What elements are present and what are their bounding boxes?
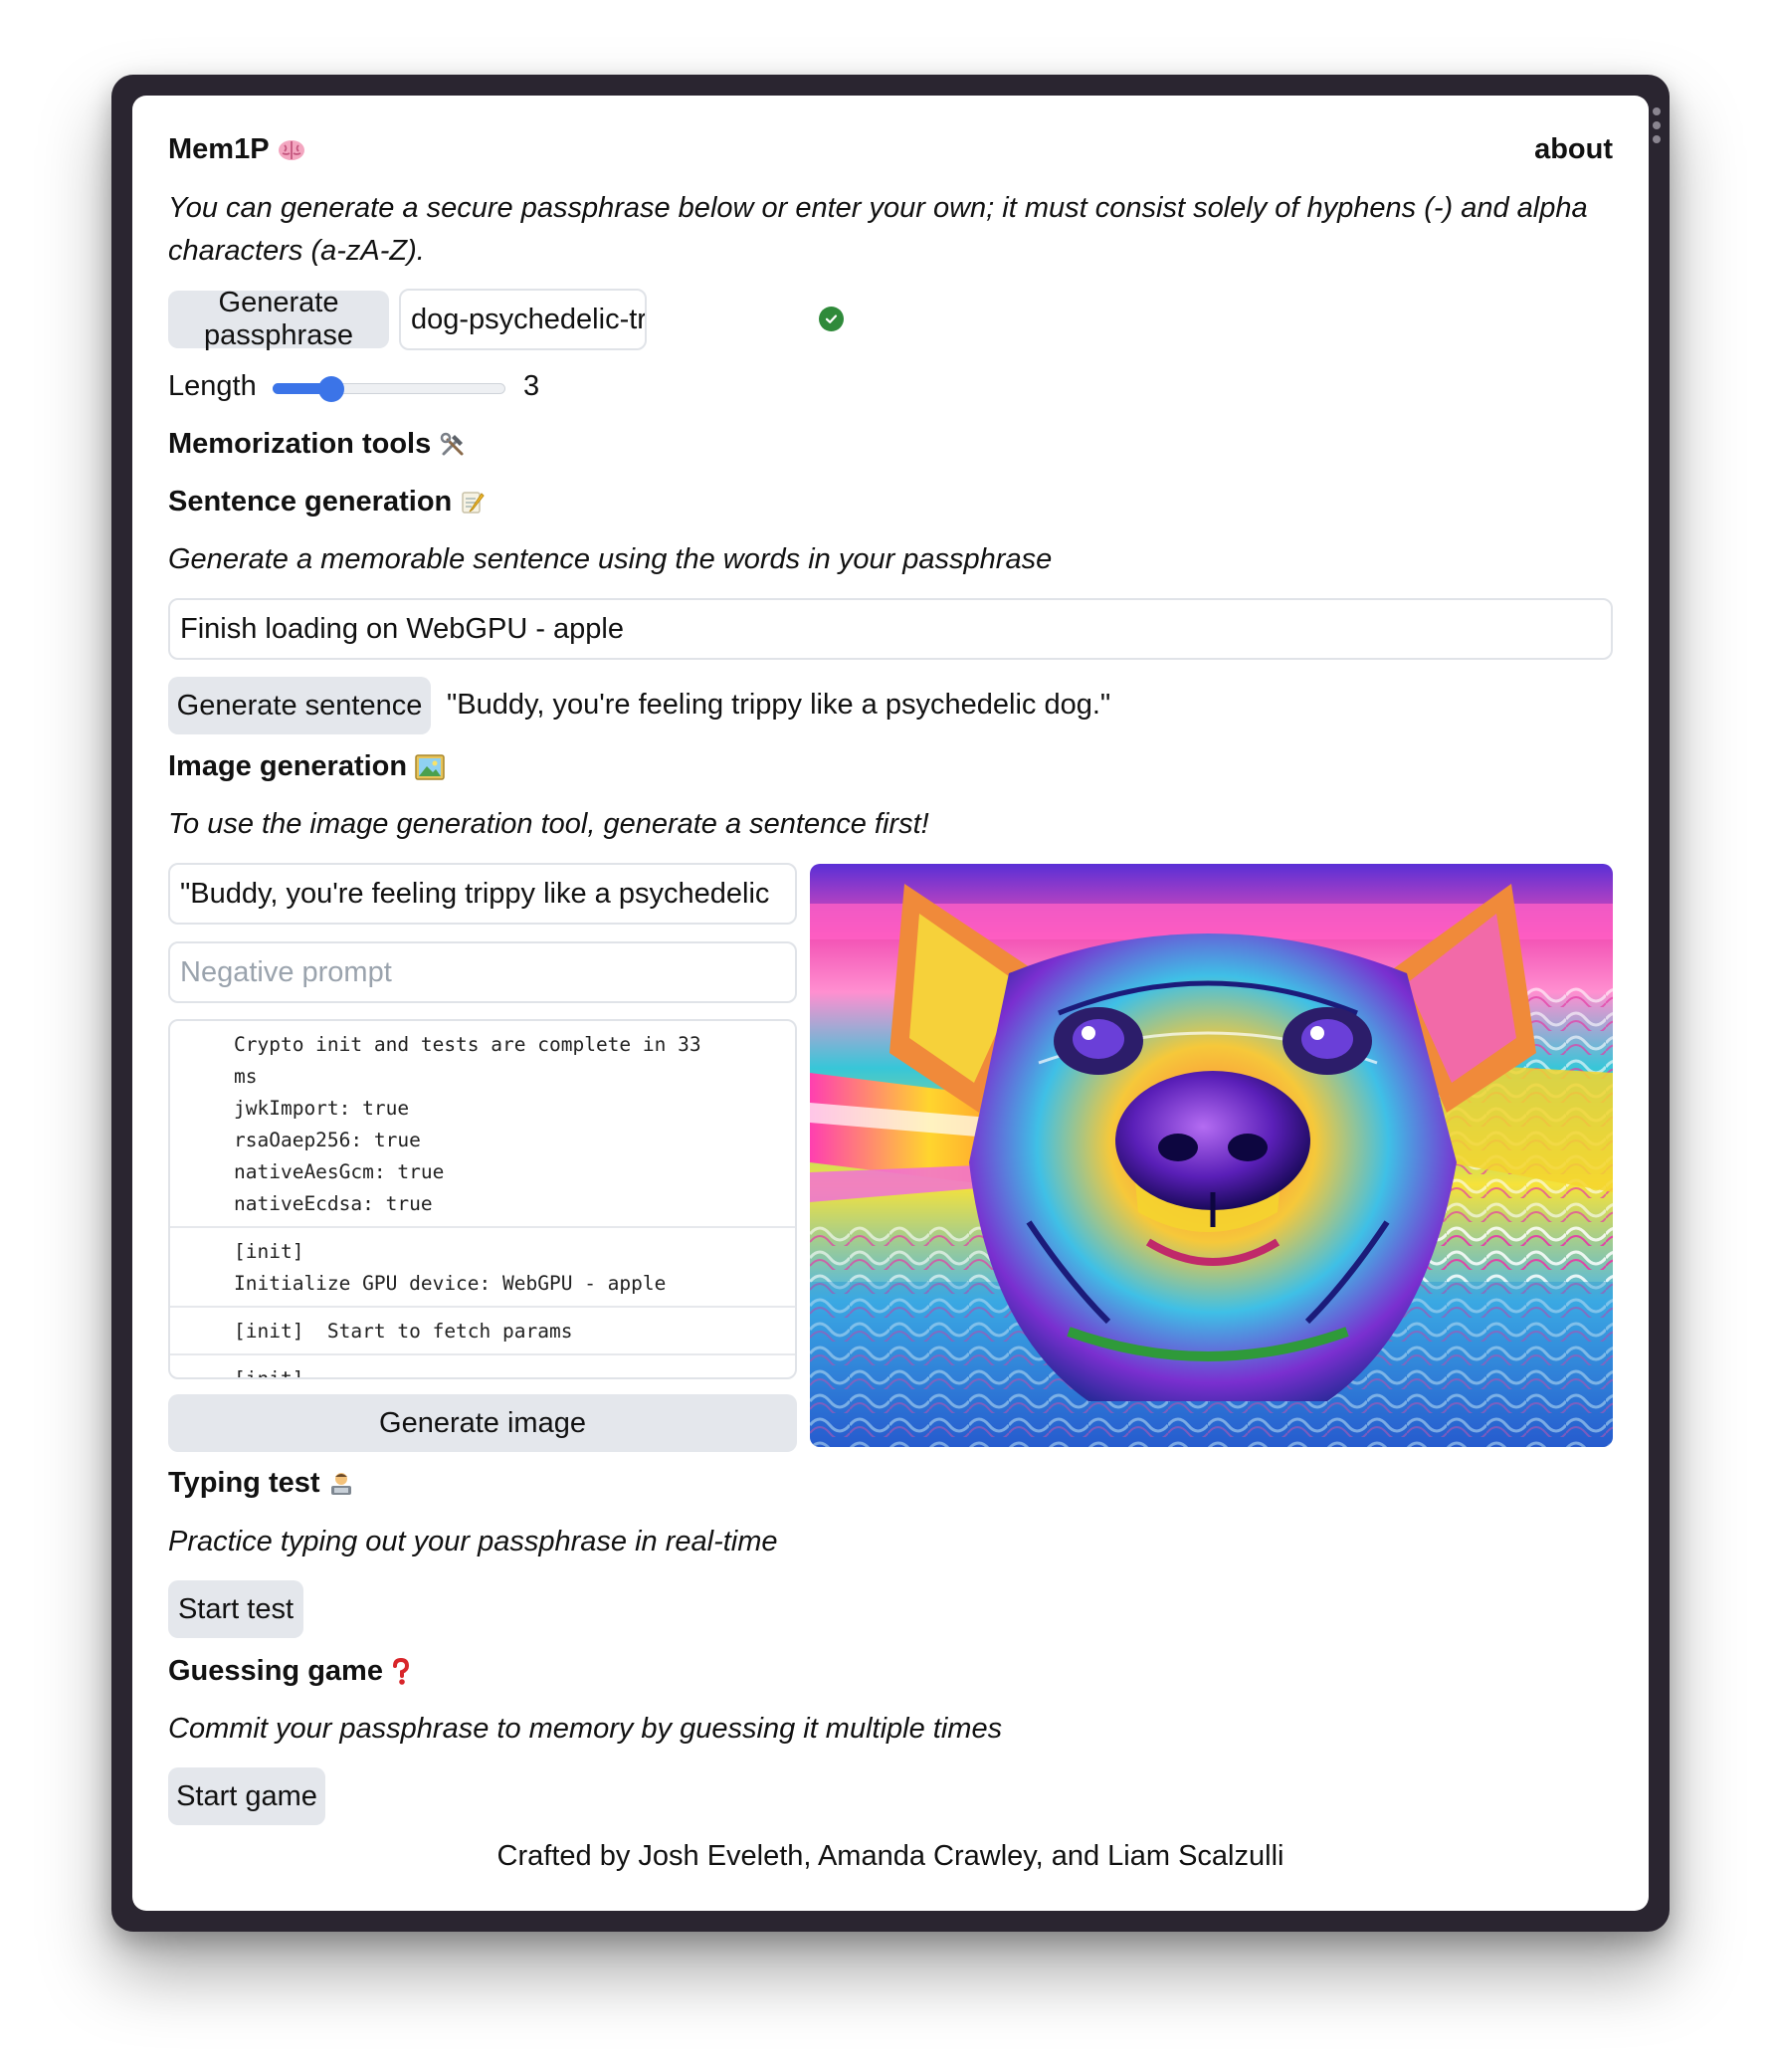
- typing-test-heading: Typing test: [168, 1467, 354, 1500]
- image-prompt-input[interactable]: "Buddy, you're feeling trippy like a psy…: [168, 863, 797, 925]
- start-game-button[interactable]: Start game: [168, 1767, 325, 1825]
- negative-prompt-placeholder: Negative prompt: [180, 955, 392, 988]
- guessing-game-heading: Guessing game: [168, 1655, 411, 1688]
- check-circle-icon: [819, 307, 844, 331]
- image-generation-title: Image generation: [168, 750, 408, 782]
- image-description: To use the image generation tool, genera…: [168, 808, 929, 840]
- window-resize-handle[interactable]: [1652, 107, 1662, 143]
- framed-picture-icon: [415, 753, 445, 780]
- sentence-generation-title: Sentence generation: [168, 486, 453, 518]
- passphrase-input[interactable]: dog-psychedelic-trippy: [399, 289, 647, 350]
- log-entry: [init] Initialize GPU device: WebGPU - a…: [170, 1228, 795, 1308]
- length-value: 3: [523, 370, 540, 402]
- start-test-button[interactable]: Start test: [168, 1580, 303, 1638]
- generate-image-button[interactable]: Generate image: [168, 1394, 797, 1452]
- generated-sentence: "Buddy, you're feeling trippy like a psy…: [447, 689, 1111, 721]
- sentence-description: Generate a memorable sentence using the …: [168, 543, 1053, 575]
- typing-test-description: Practice typing out your passphrase in r…: [168, 1526, 778, 1557]
- log-console[interactable]: Crypto init and tests are complete in 33…: [168, 1019, 797, 1379]
- log-entry: Crypto init and tests are complete in 33…: [170, 1021, 795, 1228]
- length-label: Length: [168, 370, 257, 402]
- generate-sentence-button[interactable]: Generate sentence: [168, 677, 431, 734]
- app-page: Mem1P about You can generate a secure pa…: [132, 96, 1649, 1911]
- intro-text: You can generate a secure passphrase bel…: [168, 192, 1588, 267]
- psychedelic-dog-image: [810, 864, 1613, 1447]
- model-status-field: Finish loading on WebGPU - apple: [168, 598, 1613, 660]
- footer-credits: Crafted by Josh Eveleth, Amanda Crawley,…: [496, 1840, 1284, 1872]
- generated-image: [810, 864, 1613, 1447]
- technologist-icon: [330, 1472, 351, 1495]
- negative-prompt-input[interactable]: Negative prompt: [168, 941, 797, 1003]
- image-generation-heading: Image generation: [168, 750, 445, 783]
- question-mark-icon: [392, 1657, 409, 1685]
- brain-icon: [278, 139, 304, 160]
- about-link[interactable]: about: [1534, 133, 1613, 166]
- log-entry: [init]: [234, 1367, 304, 1379]
- guessing-game-title: Guessing game: [168, 1655, 383, 1687]
- generate-passphrase-button[interactable]: Generate passphrase: [168, 287, 389, 351]
- memorization-tools-heading: Memorization tools: [168, 428, 467, 461]
- guessing-game-description: Commit your passphrase to memory by gues…: [168, 1713, 1003, 1745]
- slider-thumb[interactable]: [317, 376, 344, 402]
- sentence-generation-heading: Sentence generation: [168, 486, 486, 518]
- memorization-tools-title: Memorization tools: [168, 428, 432, 460]
- length-slider[interactable]: [273, 376, 505, 402]
- brand-title: Mem1P: [168, 133, 270, 165]
- typing-test-title: Typing test: [168, 1467, 320, 1499]
- memo-icon: [462, 491, 485, 514]
- brand: Mem1P: [168, 133, 305, 166]
- log-entry: [init] Start to fetch params: [170, 1308, 795, 1355]
- hammer-and-wrench-icon: [440, 432, 464, 455]
